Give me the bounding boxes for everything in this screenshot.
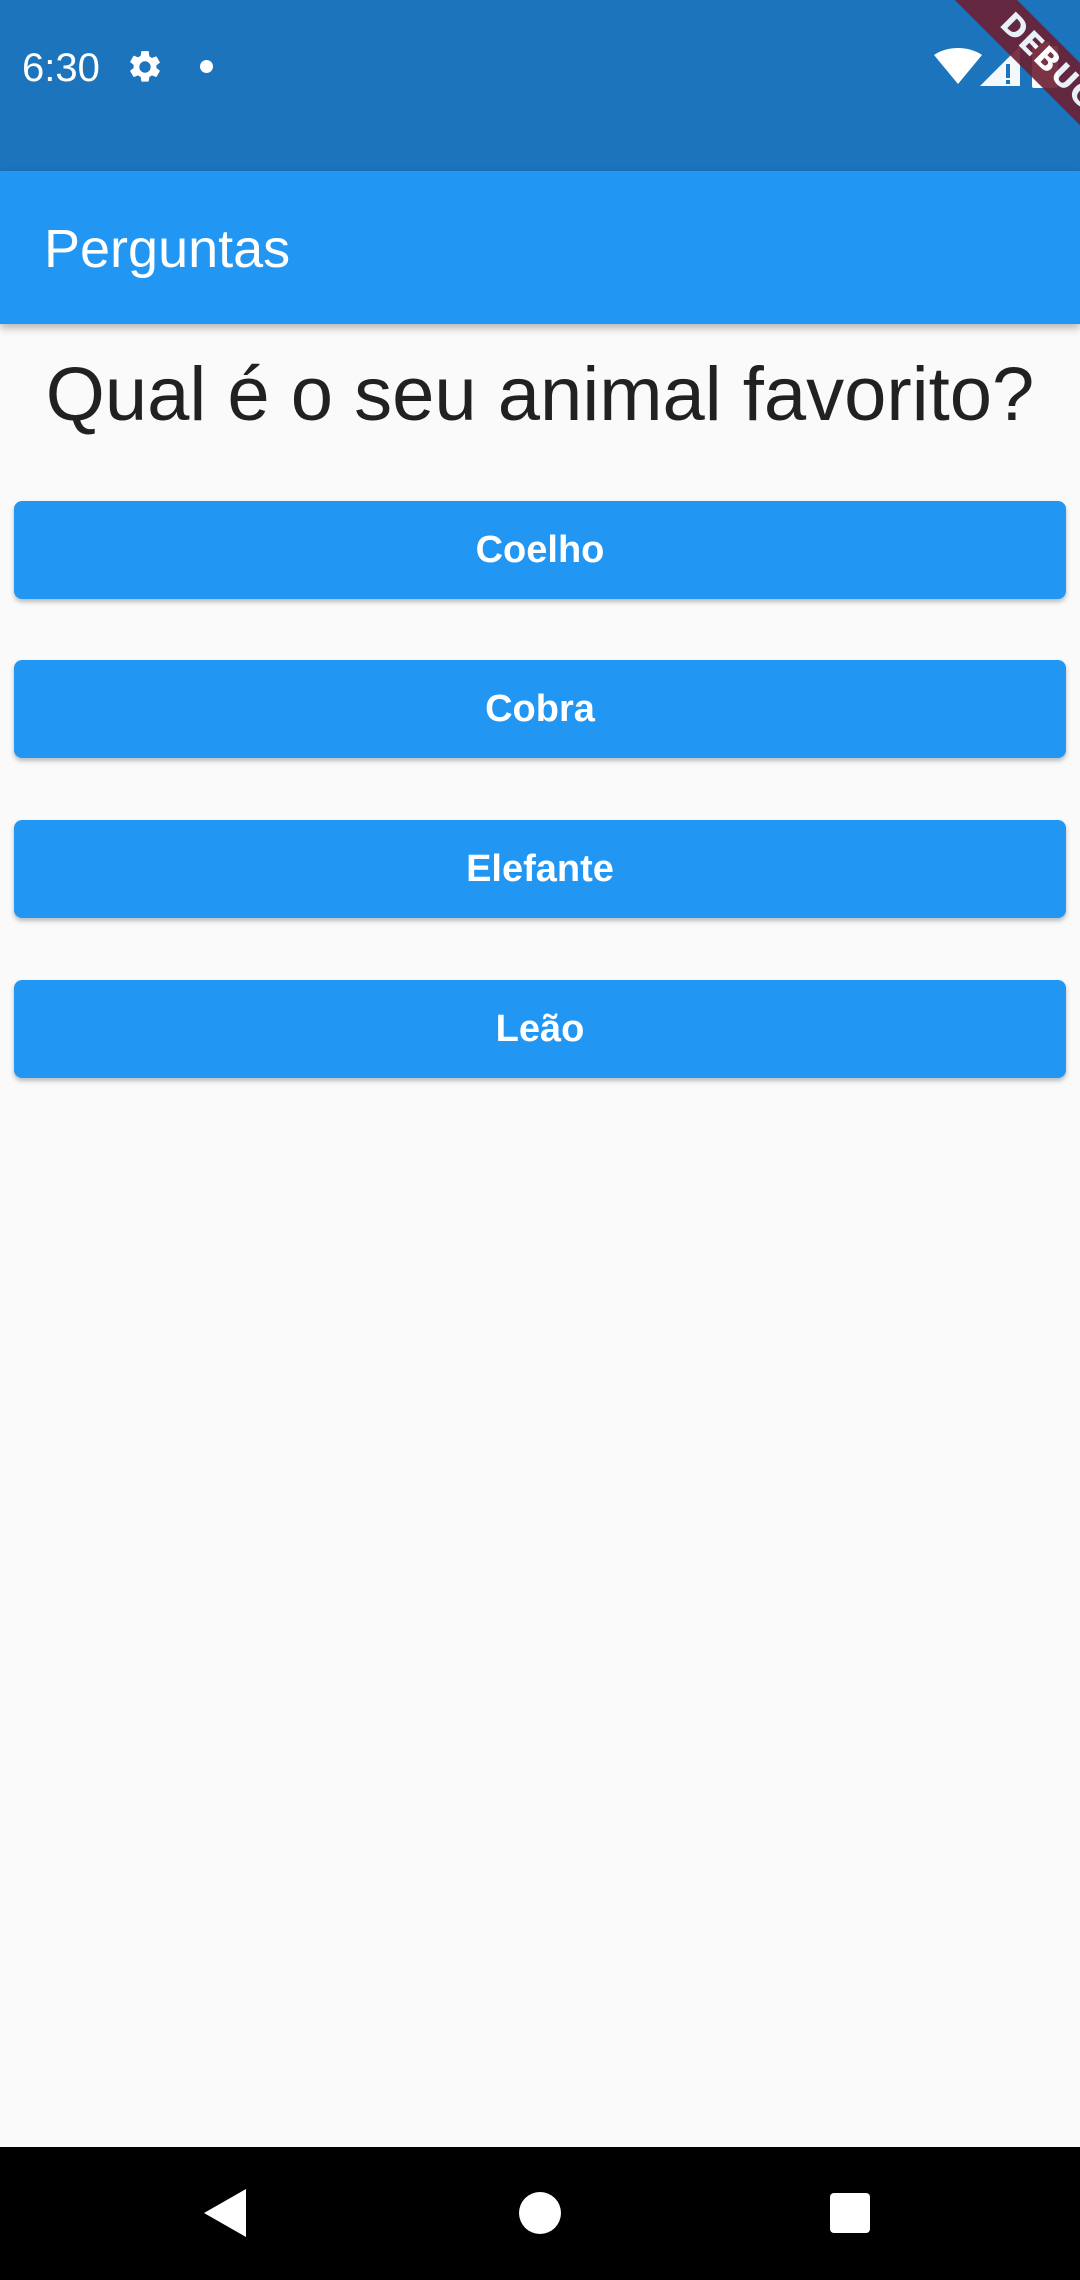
screen: 6:30 DEBUG Perguntas Qual é o seu animal… <box>0 0 1080 2280</box>
answer-button-elefante[interactable]: Elefante <box>14 820 1066 918</box>
navigation-bar <box>0 2147 1080 2280</box>
question-text: Qual é o seu animal favorito? <box>45 352 1035 437</box>
wifi-icon <box>934 48 982 84</box>
back-icon[interactable] <box>204 2189 246 2237</box>
app-bar: Perguntas <box>0 171 1080 324</box>
home-icon[interactable] <box>519 2192 561 2234</box>
answer-button-coelho[interactable]: Coelho <box>14 501 1066 599</box>
recents-icon[interactable] <box>830 2193 870 2233</box>
gear-icon <box>130 51 160 82</box>
status-bar: 6:30 DEBUG <box>0 0 1080 171</box>
answer-button-cobra[interactable]: Cobra <box>14 660 1066 758</box>
notification-dot-icon <box>200 60 213 73</box>
app-title: Perguntas <box>44 219 291 279</box>
answer-button-leao[interactable]: Leão <box>14 980 1066 1078</box>
status-time: 6:30 <box>22 46 100 90</box>
